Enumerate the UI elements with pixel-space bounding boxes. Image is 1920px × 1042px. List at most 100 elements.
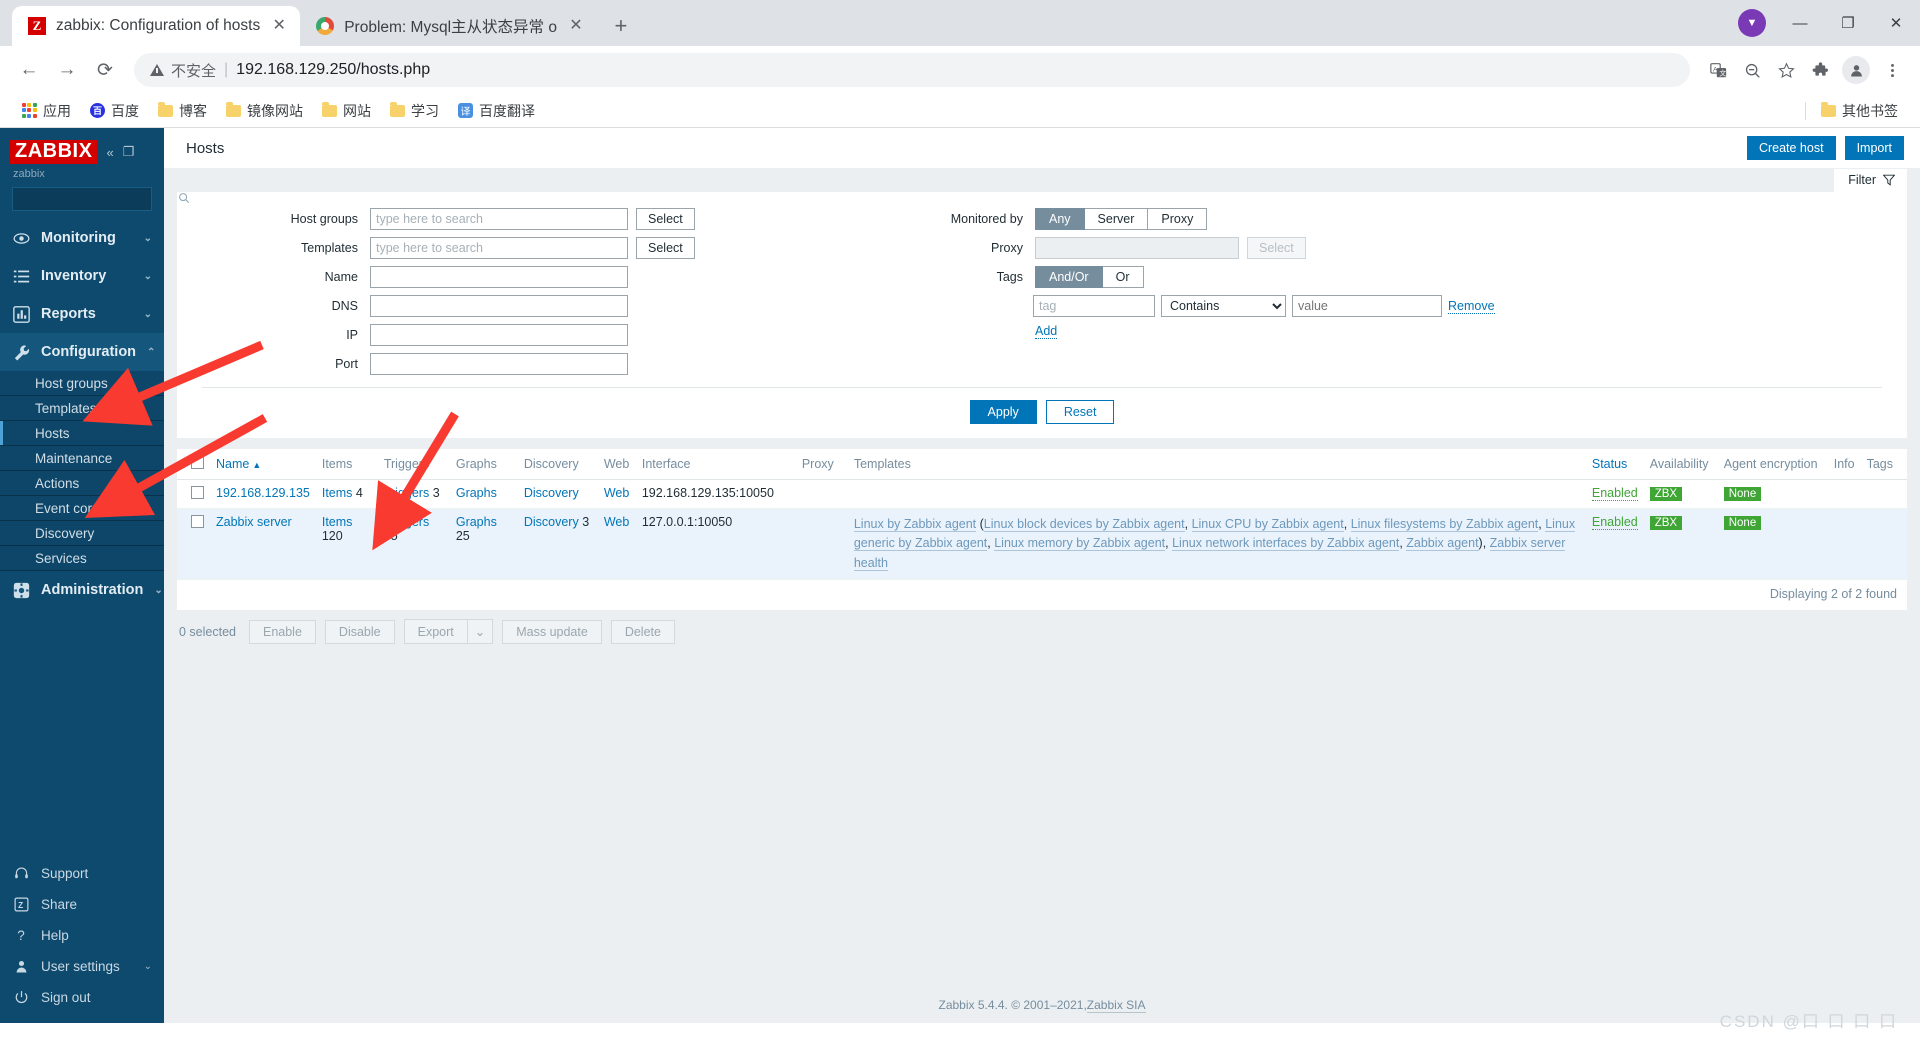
not-secure-indicator[interactable]: 不安全 <box>150 60 216 81</box>
sidebar-item-administration[interactable]: Administration ⌄ <box>0 571 164 609</box>
template-link[interactable]: Linux network interfaces by Zabbix agent <box>1172 536 1400 552</box>
bookmark-star-icon[interactable] <box>1770 54 1802 86</box>
sidebar-item-hosts[interactable]: Hosts <box>0 421 164 445</box>
template-link[interactable]: Linux block devices by Zabbix agent <box>983 517 1185 532</box>
close-icon[interactable]: ✕ <box>270 17 288 35</box>
bookmark-blog[interactable]: 博客 <box>150 97 215 125</box>
filter-tab[interactable]: Filter <box>1834 169 1907 192</box>
sidebar-search[interactable] <box>12 187 190 211</box>
other-bookmarks-button[interactable]: 其他书签 <box>1813 97 1906 125</box>
tag-add-link[interactable]: Add <box>1035 324 1058 339</box>
zoom-out-icon[interactable] <box>1736 54 1768 86</box>
bookmark-baidu-translate[interactable]: 译 百度翻译 <box>450 97 543 125</box>
sidebar-item-help[interactable]: ? Help <box>0 920 164 951</box>
export-chevron-down-icon[interactable]: ⌄ <box>466 619 494 645</box>
monitored-by-option-server[interactable]: Server <box>1084 208 1149 230</box>
translate-icon[interactable]: A文 <box>1702 54 1734 86</box>
address-bar[interactable]: 不安全 | 192.168.129.250/hosts.php <box>134 53 1690 87</box>
column-header-status[interactable]: Status <box>1585 449 1644 480</box>
profile-icon[interactable] <box>1842 56 1870 84</box>
column-header-web[interactable]: Web <box>597 449 636 480</box>
reload-icon[interactable]: ⟳ <box>88 53 122 87</box>
discovery-link[interactable]: Discovery <box>524 486 579 500</box>
name-input[interactable] <box>370 266 628 288</box>
tag-remove-link[interactable]: Remove <box>1448 299 1495 314</box>
host-name-link[interactable]: 192.168.129.135 <box>216 486 310 500</box>
web-link[interactable]: Web <box>604 486 629 500</box>
browser-tab-1[interactable]: Z zabbix: Configuration of hosts ✕ <box>12 6 301 46</box>
proxy-input[interactable] <box>1035 237 1239 259</box>
table-row[interactable]: Zabbix server Items 120 Triggers 65 Grap… <box>177 508 1907 581</box>
template-link[interactable]: Linux by Zabbix agent <box>853 517 977 532</box>
sidebar-item-sign-out[interactable]: Sign out <box>0 982 164 1013</box>
apply-button[interactable]: Apply <box>969 400 1037 424</box>
column-header-discovery[interactable]: Discovery <box>517 449 598 480</box>
ip-input[interactable] <box>370 324 628 346</box>
column-header-items[interactable]: Items <box>315 449 378 480</box>
bookmark-mirrors[interactable]: 镜像网站 <box>218 97 311 125</box>
monitored-by-option-any[interactable]: Any <box>1035 208 1085 230</box>
monitored-by-toggle[interactable]: Any Server Proxy <box>1035 208 1208 230</box>
row-checkbox[interactable] <box>191 486 204 499</box>
dns-input[interactable] <box>370 295 628 317</box>
sidebar-item-maintenance[interactable]: Maintenance <box>0 446 164 470</box>
minimize-button[interactable]: — <box>1776 0 1824 46</box>
graphs-link[interactable]: Graphs <box>456 515 497 529</box>
items-link[interactable]: Items <box>322 486 353 500</box>
sidebar-item-templates[interactable]: Templates <box>0 396 164 420</box>
column-header-graphs[interactable]: Graphs <box>449 449 518 480</box>
zabbix-logo[interactable]: ZABBIX <box>10 140 98 164</box>
search-icon[interactable] <box>178 192 190 207</box>
template-link[interactable]: Zabbix agent <box>1406 536 1479 552</box>
triggers-link[interactable]: Triggers <box>384 515 429 529</box>
extensions-icon[interactable] <box>1804 54 1836 86</box>
bookmark-study[interactable]: 学习 <box>382 97 447 125</box>
table-row[interactable]: 192.168.129.135 Items 4 Triggers 3 Graph… <box>177 479 1907 509</box>
items-link[interactable]: Items <box>322 515 353 529</box>
select-all-checkbox[interactable] <box>191 456 204 469</box>
sidebar-item-services[interactable]: Services <box>0 546 164 570</box>
browser-tab-2[interactable]: Problem: Mysql主从状态异常 o ✕ <box>300 6 597 46</box>
availability-badge[interactable]: ZBX <box>1649 516 1683 530</box>
host-groups-select-button[interactable]: Select <box>636 208 695 230</box>
maximize-button[interactable]: ❐ <box>1824 0 1872 46</box>
column-header-name[interactable]: Name ▲ <box>210 449 316 480</box>
sidebar-item-inventory[interactable]: Inventory ⌄ <box>0 257 164 295</box>
delete-button[interactable]: Delete <box>610 619 675 644</box>
back-icon[interactable]: ← <box>12 53 46 87</box>
bookmark-baidu[interactable]: 百 百度 <box>82 97 147 125</box>
search-input[interactable] <box>19 191 178 207</box>
import-button[interactable]: Import <box>1844 136 1904 160</box>
port-input[interactable] <box>370 353 628 375</box>
mass-update-button[interactable]: Mass update <box>502 619 602 644</box>
host-name-link[interactable]: Zabbix server <box>216 515 292 529</box>
sidebar-item-reports[interactable]: Reports ⌄ <box>0 295 164 333</box>
sidebar-item-actions[interactable]: Actions › <box>0 471 164 495</box>
status-link[interactable]: Enabled <box>1591 515 1638 530</box>
enable-button[interactable]: Enable <box>248 619 316 644</box>
tags-operator-andor[interactable]: And/Or <box>1035 266 1103 288</box>
status-link[interactable]: Enabled <box>1591 486 1638 501</box>
chrome-update-icon[interactable]: ▼ <box>1738 9 1766 37</box>
new-tab-button[interactable]: + <box>605 10 637 42</box>
close-icon[interactable]: ✕ <box>567 17 585 35</box>
sidebar-item-host-groups[interactable]: Host groups <box>0 371 164 395</box>
triggers-link[interactable]: Triggers <box>384 486 429 500</box>
sidebar-item-event-correlation[interactable]: Event correlation <box>0 496 164 520</box>
host-groups-input[interactable] <box>370 208 628 230</box>
row-checkbox[interactable] <box>191 515 204 528</box>
tags-operator-toggle[interactable]: And/Or Or <box>1035 266 1144 288</box>
tags-operator-or[interactable]: Or <box>1102 266 1144 288</box>
sidebar-item-support[interactable]: Support <box>0 858 164 889</box>
window-close-button[interactable]: ✕ <box>1872 0 1920 46</box>
templates-select-button[interactable]: Select <box>636 237 695 259</box>
create-host-button[interactable]: Create host <box>1746 136 1836 160</box>
bookmark-sites[interactable]: 网站 <box>314 97 379 125</box>
template-link[interactable]: Linux CPU by Zabbix agent <box>1191 517 1344 532</box>
templates-input[interactable] <box>370 237 628 259</box>
sidebar-item-discovery[interactable]: Discovery <box>0 521 164 545</box>
disable-button[interactable]: Disable <box>324 619 395 644</box>
bookmark-apps[interactable]: 应用 <box>14 97 79 125</box>
web-link[interactable]: Web <box>604 515 629 529</box>
discovery-link[interactable]: Discovery <box>524 515 579 529</box>
